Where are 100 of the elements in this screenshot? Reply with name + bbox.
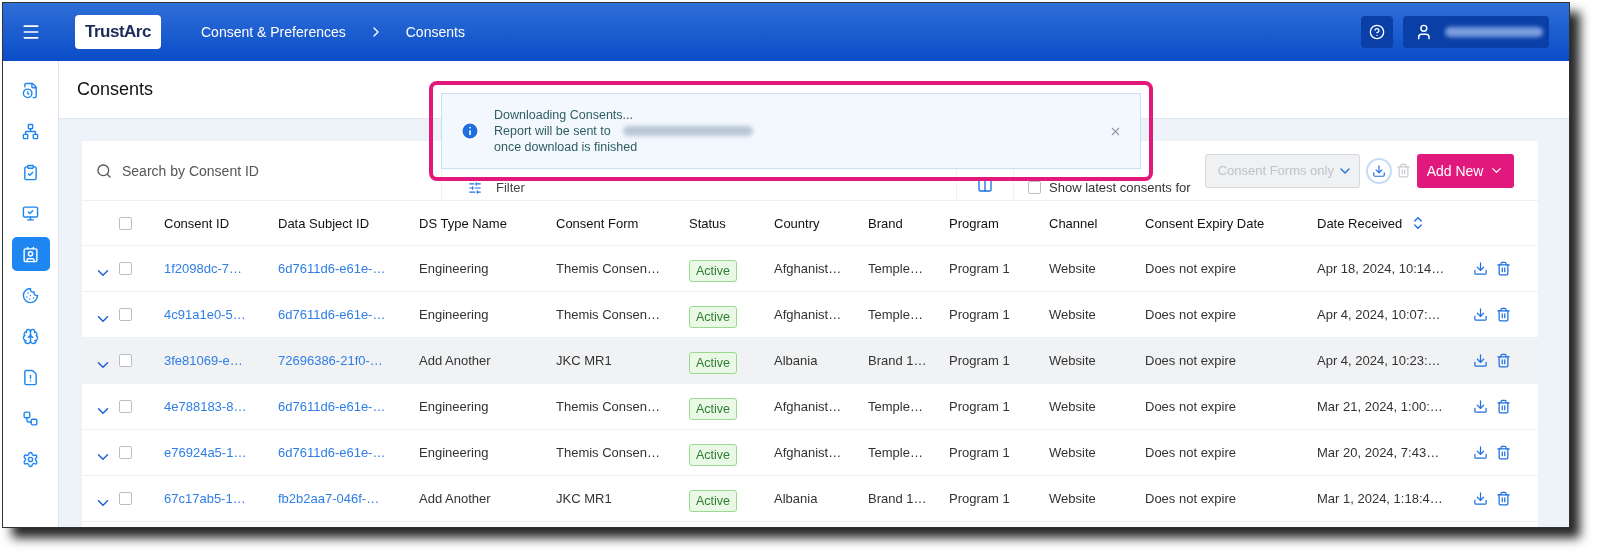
id-link[interactable]: e76924a5-1… [164, 445, 278, 460]
contact-card-icon [22, 245, 39, 263]
workflow-icon [22, 409, 39, 427]
id-link[interactable]: 4e788183-8… [164, 399, 278, 414]
status-badge: Active [689, 489, 738, 512]
row-checkbox[interactable] [119, 492, 132, 505]
toast-text: Downloading Consents... [494, 108, 633, 122]
menu-button[interactable] [21, 22, 41, 42]
select-all-checkbox[interactable] [119, 216, 132, 230]
table-cell-text: Brand 1… [868, 353, 928, 368]
trash-icon[interactable] [1496, 445, 1511, 460]
trash-icon[interactable] [1496, 307, 1511, 322]
trash-icon[interactable] [1496, 491, 1511, 506]
table-cell-text: Engineering [419, 445, 490, 460]
table-cell-text: Website [1049, 261, 1097, 276]
add-new-button[interactable]: Add New [1416, 153, 1515, 188]
table-cell-text: Themis Consen… [556, 261, 662, 276]
table-cell-text: Website [1049, 307, 1097, 322]
table-cell-text: Add Another [419, 491, 492, 506]
table-cell-text: Temple… [868, 445, 924, 460]
trash-icon[interactable] [1496, 353, 1511, 368]
table-cell-text: Website [1049, 353, 1097, 368]
table-cell-text: Temple… [868, 399, 924, 414]
download-icon[interactable] [1473, 399, 1488, 414]
download-icon[interactable] [1473, 353, 1488, 368]
column-header: Consent Form [556, 215, 640, 231]
id-link[interactable]: 3fe81069-e… [164, 353, 278, 368]
download-icon[interactable] [1473, 261, 1488, 276]
id-link[interactable]: 67c17ab5-1… [164, 491, 278, 506]
table-cell-text: Add Another [419, 353, 492, 368]
user-icon [1415, 23, 1433, 41]
table-cell-text: Afghanist… [774, 399, 843, 414]
table-cell-text: JKC MR1 [556, 491, 613, 506]
table-cell-text: Engineering [419, 307, 490, 322]
file-clock-icon [22, 81, 39, 99]
search-icon [96, 162, 112, 179]
toast-text: Report will be sent to [494, 124, 611, 138]
table-cell-text: Mar 20, 2024, 7:43… [1317, 445, 1441, 460]
brain-icon [22, 327, 39, 345]
download-icon[interactable] [1473, 491, 1488, 506]
id-link[interactable]: 6d7611d6-e61e-… [278, 445, 419, 460]
help-icon [1369, 24, 1385, 40]
checkbox[interactable] [1028, 181, 1041, 194]
column-header: Brand [868, 215, 904, 231]
trash-icon[interactable] [1496, 261, 1511, 276]
column-header: Status [689, 215, 727, 231]
row-checkbox[interactable] [119, 262, 132, 275]
table-cell-text: Albania [774, 353, 819, 368]
table-cell-text: Temple… [868, 261, 924, 276]
status-badge: Active [689, 397, 738, 420]
page-title: Consents [77, 79, 154, 100]
trash-icon[interactable] [1496, 399, 1511, 414]
id-link[interactable]: 72696386-21f0-… [278, 353, 419, 368]
user-menu-button[interactable] [1403, 16, 1549, 48]
download-icon [1371, 163, 1386, 178]
sidebar-item[interactable] [11, 237, 50, 271]
row-checkbox[interactable] [119, 354, 132, 367]
download-icon[interactable] [1473, 445, 1488, 460]
id-link[interactable]: 6d7611d6-e61e-… [278, 307, 419, 322]
download-button[interactable] [1365, 157, 1392, 184]
file-alert-icon [22, 368, 39, 386]
column-header: Country [774, 215, 821, 231]
breadcrumb-item[interactable]: Consent & Preferences [201, 24, 346, 40]
table-cell-text: Albania [774, 491, 819, 506]
status-badge: Active [689, 259, 738, 282]
table-cell-text: Website [1049, 491, 1097, 506]
table-cell-text: Apr 18, 2024, 10:14… [1317, 261, 1446, 276]
table-cell-text: Website [1049, 445, 1097, 460]
id-link[interactable]: 1f2098dc-7… [164, 261, 278, 276]
row-checkbox[interactable] [119, 400, 132, 413]
table-cell-text: Themis Consen… [556, 307, 662, 322]
logo[interactable]: TrustArc [75, 15, 161, 49]
table-cell-text: Does not expire [1145, 445, 1238, 460]
column-header: Program [949, 215, 1000, 231]
table-cell-text: Themis Consen… [556, 399, 662, 414]
monitor-icon [22, 204, 39, 222]
network-icon [22, 122, 39, 140]
table-cell-text: Themis Consen… [556, 445, 662, 460]
status-badge: Active [689, 351, 738, 374]
column-header: Channel [1049, 215, 1099, 231]
download-icon[interactable] [1473, 307, 1488, 322]
column-header: Consent Expiry Date [1145, 215, 1266, 231]
id-link[interactable]: 6d7611d6-e61e-… [278, 399, 419, 414]
table-cell-text: Temple… [868, 307, 924, 322]
cookie-icon [22, 286, 39, 304]
table-cell-text: Mar 21, 2024, 1:00:… [1317, 399, 1444, 414]
id-link[interactable]: 4c91a1e0-5… [164, 307, 278, 322]
row-checkbox[interactable] [119, 308, 132, 321]
row-checkbox[interactable] [119, 446, 132, 459]
table-cell-text: Apr 4, 2024, 10:23:… [1317, 353, 1442, 368]
table-cell-text: Program 1 [949, 353, 1011, 368]
toast-text: once download is finished [494, 140, 638, 154]
search-field[interactable]: Search by Consent ID [82, 141, 442, 200]
table-cell-text: Program 1 [949, 491, 1011, 506]
id-link[interactable]: fb2b2aa7-046f-… [278, 491, 419, 506]
id-link[interactable]: 6d7611d6-e61e-… [278, 261, 419, 276]
help-button[interactable] [1361, 16, 1393, 48]
table-cell-text: Brand 1… [868, 491, 928, 506]
breadcrumb-item: Consents [405, 24, 465, 40]
info-icon [460, 121, 480, 141]
